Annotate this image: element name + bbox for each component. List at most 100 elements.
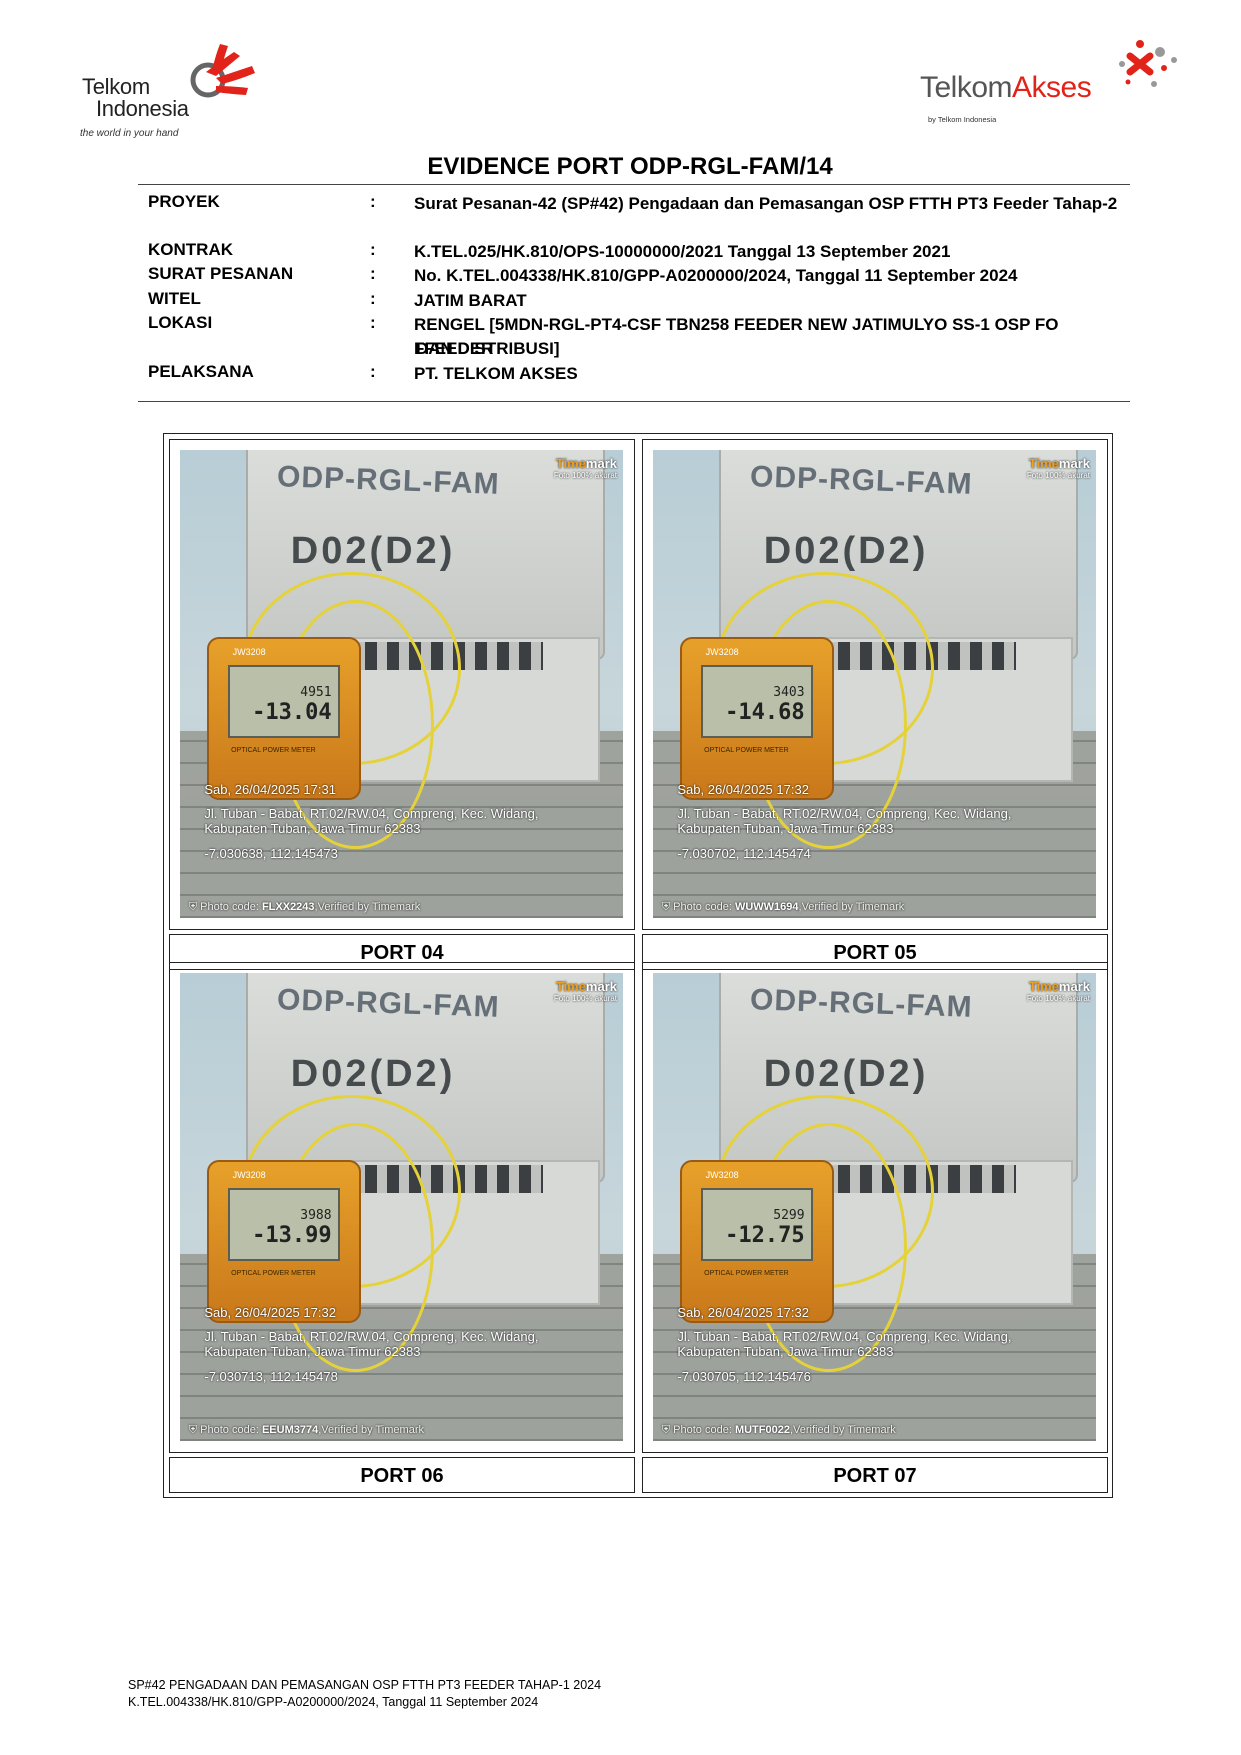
photo-code: ⛨ Photo code: WUWW1694,Verified by Timem… bbox=[662, 901, 904, 914]
info-label: KONTRAK bbox=[148, 240, 233, 259]
info-value: PT. TELKOM AKSES bbox=[414, 364, 578, 383]
footer-line-2: K.TEL.004338/HK.810/GPP-A0200000/2024, T… bbox=[128, 1695, 539, 1709]
info-value: Surat Pesanan-42 (SP#42) Pengadaan dan P… bbox=[414, 194, 1118, 213]
port-caption: PORT 06 bbox=[360, 1465, 444, 1487]
telkom-indonesia-logo: Telkom Indonesia the world in your hand bbox=[78, 40, 278, 140]
meter-screen: 3403 -14.68 bbox=[701, 664, 813, 738]
evidence-photo: ODP-RGL-FAM D02(D2) JW3208 4951 -13.04 OPTICA… bbox=[180, 450, 623, 918]
photo-code-verified: ,Verified by Timemark bbox=[798, 901, 905, 913]
optical-power-meter: JW3208 5299 -12.75 OPTICAL POWER METER bbox=[679, 1160, 835, 1324]
caption-cell: PORT 06 bbox=[169, 1457, 635, 1493]
odp-box-code: D02(D2) bbox=[290, 529, 456, 572]
meter-label: OPTICAL POWER METER bbox=[231, 1270, 316, 1278]
meter-screen: 3988 -13.99 bbox=[228, 1187, 340, 1261]
odp-box-code: D02(D2) bbox=[763, 1052, 929, 1095]
logo-text-indonesia: Indonesia bbox=[96, 96, 189, 121]
watermark-time: Time bbox=[555, 979, 586, 994]
photo-stamp: Sab, 26/04/2025 17:32 Jl. Tuban - Babat, … bbox=[677, 1305, 1031, 1384]
port-caption: PORT 07 bbox=[833, 1465, 917, 1487]
evidence-photo: ODP-RGL-FAM D02(D2) JW3208 3403 -14.68 OPTICA… bbox=[653, 450, 1096, 918]
meter-reference: 5299 bbox=[773, 1207, 805, 1223]
evidence-photo: ODP-RGL-FAM D02(D2) JW3208 5299 -12.75 OPTICA… bbox=[653, 973, 1096, 1441]
photo-datetime: Sab, 26/04/2025 17:32 bbox=[677, 782, 809, 798]
watermark-subtitle: Foto 100% akurat bbox=[553, 471, 617, 480]
info-colon: : bbox=[370, 192, 376, 211]
photo-code-value: WUWW1694 bbox=[734, 901, 799, 913]
photo-code-value: EEUM3774 bbox=[261, 1424, 319, 1436]
evidence-photo: ODP-RGL-FAM D02(D2) JW3208 3988 -13.99 OPTICA… bbox=[180, 973, 623, 1441]
meter-label: OPTICAL POWER METER bbox=[704, 1270, 789, 1278]
watermark-time: Time bbox=[1028, 456, 1059, 471]
photo-datetime: Sab, 26/04/2025 17:32 bbox=[677, 1305, 809, 1321]
meter-model: JW3208 bbox=[705, 1170, 739, 1181]
photo-address: Jl. Tuban - Babat, RT.02/RW.04, Compreng… bbox=[677, 806, 1012, 837]
logo-text-telkom: Telkom bbox=[920, 71, 1013, 104]
photo-address: Jl. Tuban - Babat, RT.02/RW.04, Compreng… bbox=[204, 1329, 539, 1360]
meter-reading: -14.68 bbox=[725, 699, 805, 725]
info-value: No. K.TEL.004338/HK.810/GPP-A0200000/202… bbox=[414, 266, 1018, 285]
info-colon: : bbox=[370, 313, 376, 332]
odp-box-code: D02(D2) bbox=[290, 1052, 456, 1095]
photo-cell: ODP-RGL-FAM D02(D2) JW3208 3988 -13.99 OPTICA… bbox=[169, 962, 635, 1453]
meter-reading: -13.04 bbox=[252, 699, 332, 725]
photo-stamp: Sab, 26/04/2025 17:32 Jl. Tuban - Babat, … bbox=[677, 782, 1031, 861]
meter-label: OPTICAL POWER METER bbox=[704, 747, 789, 755]
info-label: WITEL bbox=[148, 289, 201, 308]
logo-text-akses: Akses bbox=[1012, 71, 1092, 104]
optical-power-meter: JW3208 4951 -13.04 OPTICAL POWER METER bbox=[206, 637, 362, 801]
photo-code-prefix: Photo code: bbox=[673, 901, 735, 913]
info-colon: : bbox=[370, 289, 376, 308]
watermark-subtitle: Foto 100% akurat bbox=[553, 994, 617, 1003]
meter-screen: 5299 -12.75 bbox=[701, 1187, 813, 1261]
photo-cell: ODP-RGL-FAM D02(D2) JW3208 3403 -14.68 OPTICA… bbox=[642, 439, 1108, 930]
photo-code-value: MUTF0022 bbox=[734, 1424, 790, 1436]
shield-check-icon: ⛨ bbox=[661, 1424, 674, 1436]
meter-reference: 3988 bbox=[300, 1207, 332, 1223]
photo-cell: ODP-RGL-FAM D02(D2) JW3208 5299 -12.75 OPTICA… bbox=[642, 962, 1108, 1453]
meter-model: JW3208 bbox=[705, 647, 739, 658]
photo-code-verified: ,Verified by Timemark bbox=[789, 1424, 896, 1436]
timemark-watermark: Timemark Foto 100% akurat bbox=[554, 979, 617, 1003]
info-colon: : bbox=[370, 240, 376, 259]
info-label: LOKASI bbox=[148, 313, 213, 332]
photo-datetime: Sab, 26/04/2025 17:32 bbox=[204, 1305, 336, 1321]
photo-coordinates: -7.030702, 112.145474 bbox=[677, 846, 811, 862]
photo-code-value: FLXX2243 bbox=[261, 901, 315, 913]
photo-code: ⛨ Photo code: MUTF0022,Verified by Timem… bbox=[662, 1424, 896, 1437]
meter-reference: 3403 bbox=[773, 684, 805, 700]
footer: SP#42 PENGADAAN DAN PEMASANGAN OSP FTTH … bbox=[128, 1677, 601, 1711]
odp-box-code: D02(D2) bbox=[763, 529, 929, 572]
timemark-watermark: Timemark Foto 100% akurat bbox=[1027, 979, 1090, 1003]
meter-reference: 4951 bbox=[300, 684, 332, 700]
watermark-subtitle: Foto 100% akurat bbox=[1026, 994, 1090, 1003]
photo-code-prefix: Photo code: bbox=[673, 1424, 735, 1436]
akses-splash-icon bbox=[1119, 40, 1177, 87]
logo-byline: by Telkom Indonesia bbox=[928, 115, 997, 124]
photo-coordinates: -7.030638, 112.145473 bbox=[204, 846, 338, 862]
meter-reading: -13.99 bbox=[252, 1222, 332, 1248]
meter-label: OPTICAL POWER METER bbox=[231, 747, 316, 755]
telkom-akses-logo: TelkomAkses by Telkom Indonesia bbox=[918, 38, 1190, 134]
info-value: K.TEL.025/HK.810/OPS-10000000/2021 Tangg… bbox=[414, 242, 951, 261]
photo-address: Jl. Tuban - Babat, RT.02/RW.04, Compreng… bbox=[677, 1329, 1012, 1360]
watermark-time: Time bbox=[555, 456, 586, 471]
watermark-mark: mark bbox=[1058, 456, 1090, 471]
watermark-mark: mark bbox=[585, 979, 617, 994]
meter-reading: -12.75 bbox=[725, 1222, 805, 1248]
photo-code-verified: ,Verified by Timemark bbox=[314, 901, 421, 913]
meter-screen: 4951 -13.04 bbox=[228, 664, 340, 738]
photo-code-prefix: Photo code: bbox=[200, 1424, 262, 1436]
page-title: EVIDENCE PORT ODP-RGL-FAM/14 bbox=[427, 153, 833, 180]
timemark-watermark: Timemark Foto 100% akurat bbox=[1027, 456, 1090, 480]
watermark-mark: mark bbox=[1058, 979, 1090, 994]
shield-check-icon: ⛨ bbox=[188, 901, 201, 913]
photo-coordinates: -7.030705, 112.145476 bbox=[677, 1369, 811, 1385]
photo-code-verified: ,Verified by Timemark bbox=[318, 1424, 424, 1436]
watermark-subtitle: Foto 100% akurat bbox=[1026, 471, 1090, 480]
info-value-cont: DAN DISTRIBUSI] bbox=[416, 339, 560, 358]
photo-coordinates: -7.030713, 112.145478 bbox=[204, 1369, 338, 1385]
timemark-watermark: Timemark Foto 100% akurat bbox=[554, 456, 617, 480]
photo-stamp: Sab, 26/04/2025 17:31 Jl. Tuban - Babat, … bbox=[204, 782, 558, 861]
logo-text-telkom: Telkom bbox=[82, 74, 150, 99]
divider-bottom bbox=[138, 401, 1130, 402]
